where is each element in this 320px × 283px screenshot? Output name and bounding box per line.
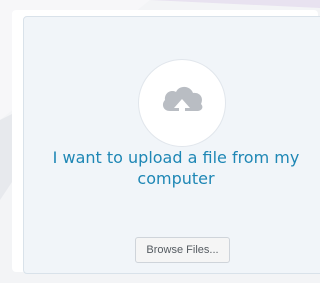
upload-card: I want to upload a file from my computer… (12, 10, 320, 274)
upload-prompt-text: I want to upload a file from my computer (52, 148, 300, 188)
upload-icon-container (138, 59, 226, 147)
browse-files-button[interactable]: Browse Files... (135, 237, 230, 263)
cloud-upload-icon (162, 86, 203, 118)
upload-drop-zone[interactable]: I want to upload a file from my computer… (23, 16, 320, 274)
